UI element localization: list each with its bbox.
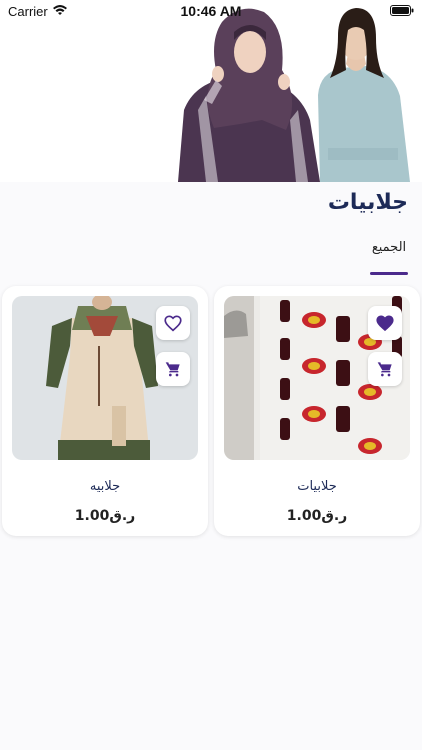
tab-label: الجميع: [371, 240, 407, 255]
cart-icon: [377, 362, 392, 377]
add-to-cart-button[interactable]: [368, 352, 402, 386]
battery-icon: [390, 5, 414, 16]
product-price: 1.00ر.ق: [74, 508, 136, 524]
page-title: جلابيات: [327, 190, 408, 215]
product-card[interactable]: جلابيه 1.00ر.ق: [2, 286, 208, 536]
favorite-button[interactable]: [156, 306, 190, 340]
product-card[interactable]: جلابيات 1.00ر.ق: [214, 286, 420, 536]
heart-outline-icon: [164, 315, 182, 332]
heart-filled-icon: [376, 315, 394, 332]
product-price: 1.00ر.ق: [286, 508, 348, 524]
product-name: جلابيه: [89, 479, 121, 494]
status-bar: Carrier 10:46 AM: [0, 0, 422, 22]
clock: 10:46 AM: [180, 3, 242, 19]
add-to-cart-button[interactable]: [156, 352, 190, 386]
product-grid: جلابيات 1.00ر.ق جلابيه 1.00ر.ق: [0, 286, 422, 538]
cart-icon: [165, 362, 180, 377]
product-name: جلابيات: [297, 479, 337, 494]
favorite-button[interactable]: [368, 306, 402, 340]
tab-all[interactable]: الجميع: [370, 238, 408, 276]
tab-selected-indicator: [370, 272, 408, 275]
banner-models-image: [170, 0, 422, 182]
header-banner: Carrier 10:46 AM: [0, 0, 422, 182]
